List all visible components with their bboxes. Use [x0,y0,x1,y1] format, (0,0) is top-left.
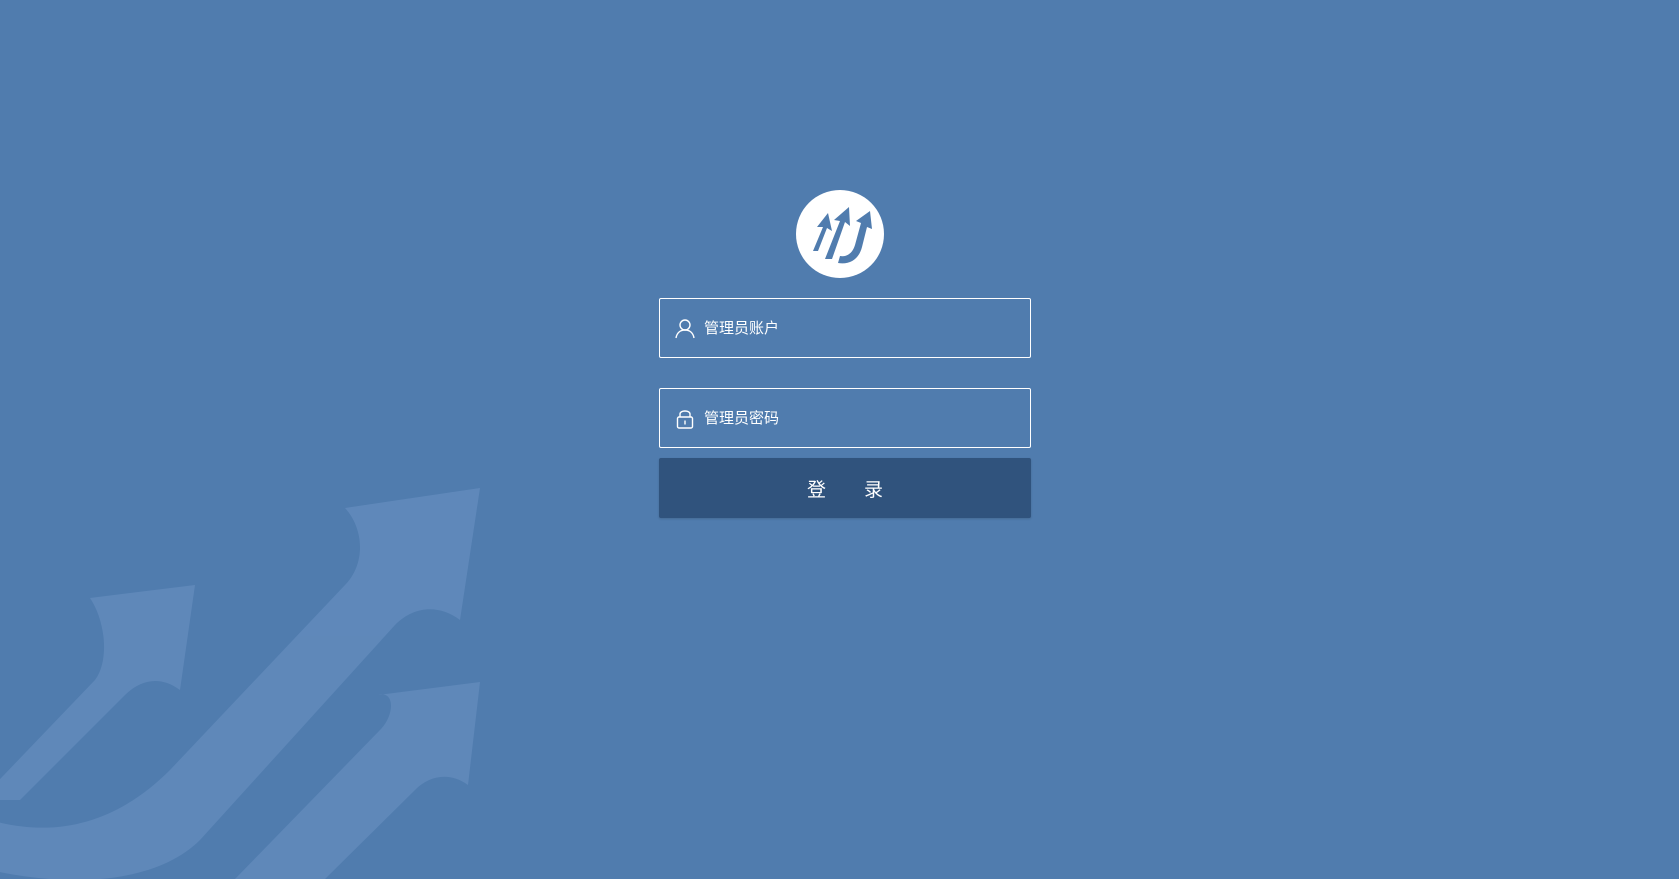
lock-icon [676,410,694,429]
login-page: 登 录 [0,0,1679,880]
login-button[interactable]: 登 录 [659,458,1031,518]
login-background: 登 录 [0,0,1679,879]
password-input[interactable] [704,389,1014,447]
account-field[interactable] [659,298,1031,358]
user-icon [675,319,695,339]
rising-arrows-logo-icon [796,190,884,278]
account-input[interactable] [704,299,1014,357]
password-field[interactable] [659,388,1031,448]
